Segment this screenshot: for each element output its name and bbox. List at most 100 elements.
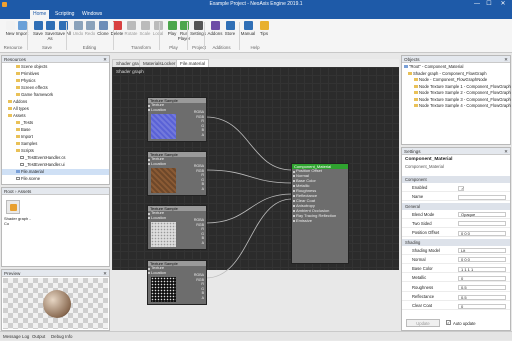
object-item[interactable]: "Root" - Component_Material xyxy=(402,64,510,70)
input-pin[interactable] xyxy=(148,267,150,270)
tree-item-scripts[interactable]: Scripts xyxy=(2,148,109,154)
tree-item-game-framework[interactable]: Game framework xyxy=(2,92,109,98)
shader-graph-item-label[interactable]: Shader graph - Co xyxy=(4,216,34,226)
texture-sample-node-1[interactable]: Texture Sample Texture Location RGBA RGB R G B A xyxy=(147,97,207,142)
input-pin[interactable] xyxy=(293,205,295,208)
close-icon[interactable]: ✕ xyxy=(504,56,508,63)
property-value-normal[interactable]: 0 0 0 xyxy=(458,257,506,263)
save-all-button[interactable]: Save All xyxy=(55,21,71,36)
object-item[interactable]: Node - Component_FlowGraphNode xyxy=(402,77,510,83)
input-pin[interactable] xyxy=(293,195,295,198)
ribbon-group-additions: Additions xyxy=(212,45,231,50)
settings-section-general[interactable]: General xyxy=(402,202,510,210)
ribbon-separator xyxy=(239,22,240,50)
material-node[interactable]: Component_Material Position Offset Normal… xyxy=(291,163,349,264)
tab-windows[interactable]: Windows xyxy=(79,10,105,19)
property-blend-mode: Blend Mode Opaque xyxy=(402,211,510,219)
input-pin[interactable] xyxy=(293,200,295,203)
property-roughness: Roughness 0.5 xyxy=(402,284,510,292)
property-value-two-sided[interactable] xyxy=(458,221,506,227)
tree-item-file-scene[interactable]: File.scene xyxy=(2,176,109,182)
tree-item-physics[interactable]: Physics xyxy=(2,78,109,84)
property-value-base-color[interactable]: 1 1 1 1 xyxy=(458,266,506,272)
tree-item-scene-objects[interactable]: Scene objects xyxy=(2,64,109,70)
addons-button[interactable]: Addons xyxy=(207,21,223,36)
preview-viewport[interactable] xyxy=(3,278,108,329)
property-value-clear-coat[interactable]: 0 xyxy=(458,303,506,309)
texture-sample-node-3[interactable]: Texture Sample Texture Location RGBA RGB R G B A xyxy=(147,205,207,250)
tree-item-tests[interactable]: _Tests xyxy=(2,120,109,126)
object-item[interactable]: Node Texture Sample 1 - Component_FlowGr… xyxy=(402,84,511,90)
input-pin[interactable] xyxy=(293,170,295,173)
tree-item-all-types[interactable]: All types xyxy=(2,106,109,112)
auto-update-checkbox[interactable]: ✓ xyxy=(446,320,451,325)
store-button[interactable]: Store xyxy=(222,21,238,36)
tree-item-testeventhandler-ui[interactable]: _TestEventHandler.ui xyxy=(2,162,109,168)
settings-section-shading[interactable]: Shading xyxy=(402,238,510,246)
input-pin[interactable] xyxy=(293,175,295,178)
tree-item-file-material[interactable]: File.material xyxy=(2,169,109,175)
property-value-roughness[interactable]: 0.5 xyxy=(458,285,506,291)
property-value-metallic[interactable]: 0 xyxy=(458,275,506,281)
tree-item-base[interactable]: Base xyxy=(2,127,109,133)
close-icon[interactable]: ✕ xyxy=(504,148,508,155)
folder-icon xyxy=(16,86,20,90)
texture-sample-node-2[interactable]: Texture Sample Texture Location RGBA RGB R G B A xyxy=(147,151,207,196)
input-pin[interactable] xyxy=(148,158,150,161)
input-pin[interactable] xyxy=(148,109,150,112)
input-pin[interactable] xyxy=(148,163,150,166)
input-pin[interactable] xyxy=(293,210,295,213)
tree-item-assets[interactable]: Assets xyxy=(2,113,109,119)
minimize-button[interactable]: — xyxy=(472,0,482,9)
manual-button[interactable]: Manual xyxy=(240,21,256,36)
property-value-enabled[interactable]: ✓ xyxy=(458,185,464,191)
object-item[interactable]: Node Texture Sample 3 - Component_FlowGr… xyxy=(402,97,511,103)
close-icon[interactable]: ✕ xyxy=(103,270,107,277)
object-item[interactable]: Node Texture Sample 2 - Component_FlowGr… xyxy=(402,90,511,96)
tree-item-addons[interactable]: Addons xyxy=(2,99,109,105)
input-pin[interactable] xyxy=(293,190,295,193)
node-output-a: A xyxy=(199,187,204,192)
tips-button[interactable]: Tips xyxy=(256,21,272,36)
node-input-label: Location xyxy=(151,106,167,112)
input-pin[interactable] xyxy=(293,180,295,183)
close-button[interactable]: ✕ xyxy=(498,0,508,9)
input-pin[interactable] xyxy=(293,215,295,218)
input-pin[interactable] xyxy=(293,185,295,188)
shader-graph-thumbnail-icon[interactable] xyxy=(6,200,20,214)
breadcrumb-assets[interactable]: Assets xyxy=(18,189,32,194)
tree-item-primitives[interactable]: Primitives xyxy=(2,71,109,77)
tree-item-import[interactable]: Import xyxy=(2,134,109,140)
doc-tab-materials-locker[interactable]: MaterialsLocker xyxy=(139,59,180,67)
settings-header: Settings ✕ xyxy=(402,148,510,155)
maximize-button[interactable]: ☐ xyxy=(484,0,494,9)
close-icon[interactable]: ✕ xyxy=(103,56,107,63)
object-item[interactable]: Node Texture Sample 4 - Component_FlowGr… xyxy=(402,103,511,109)
input-pin[interactable] xyxy=(148,272,150,275)
update-button[interactable]: Update xyxy=(406,319,440,327)
tree-item-testeventhandler-cs[interactable]: _TestEventHandler.cs xyxy=(2,155,109,161)
node-output-label: B xyxy=(201,236,204,241)
input-pin[interactable] xyxy=(293,220,295,223)
property-value-reflectance[interactable]: 0.5 xyxy=(458,294,506,300)
tree-item-label: Scripts xyxy=(21,148,34,153)
input-pin[interactable] xyxy=(148,212,150,215)
input-pin[interactable] xyxy=(148,104,150,107)
breadcrumb-root[interactable]: Root xyxy=(4,189,14,194)
object-item[interactable]: Shader graph - Component_FlowGraph xyxy=(402,71,510,77)
property-value-position-offset[interactable]: 0 0 0 xyxy=(458,230,506,236)
settings-section-component[interactable]: Component xyxy=(402,176,510,183)
texture-sample-node-4[interactable]: Texture Sample Texture Location RGBA RGB R G B A xyxy=(147,260,207,305)
property-value-blend-mode[interactable]: Opaque xyxy=(458,212,506,218)
tree-item-samples[interactable]: Samples xyxy=(2,141,109,147)
property-value-name[interactable] xyxy=(458,194,506,200)
tab-scripting[interactable]: Scripting xyxy=(52,10,77,19)
property-value-shading-model[interactable]: Lit xyxy=(458,248,506,253)
ribbon: New Import Save Save As Save All Undo Redo Clon… xyxy=(0,19,512,53)
resources-panel: Resources ✕ Scene objects Primitives Physic… xyxy=(1,55,110,185)
property-label: Clear Coat xyxy=(412,303,433,309)
doc-tab-file-material[interactable]: File.material xyxy=(176,59,210,67)
input-pin[interactable] xyxy=(148,217,150,220)
tree-item-screen-effects[interactable]: Screen effects xyxy=(2,85,109,91)
tab-home[interactable]: Home xyxy=(30,10,50,19)
